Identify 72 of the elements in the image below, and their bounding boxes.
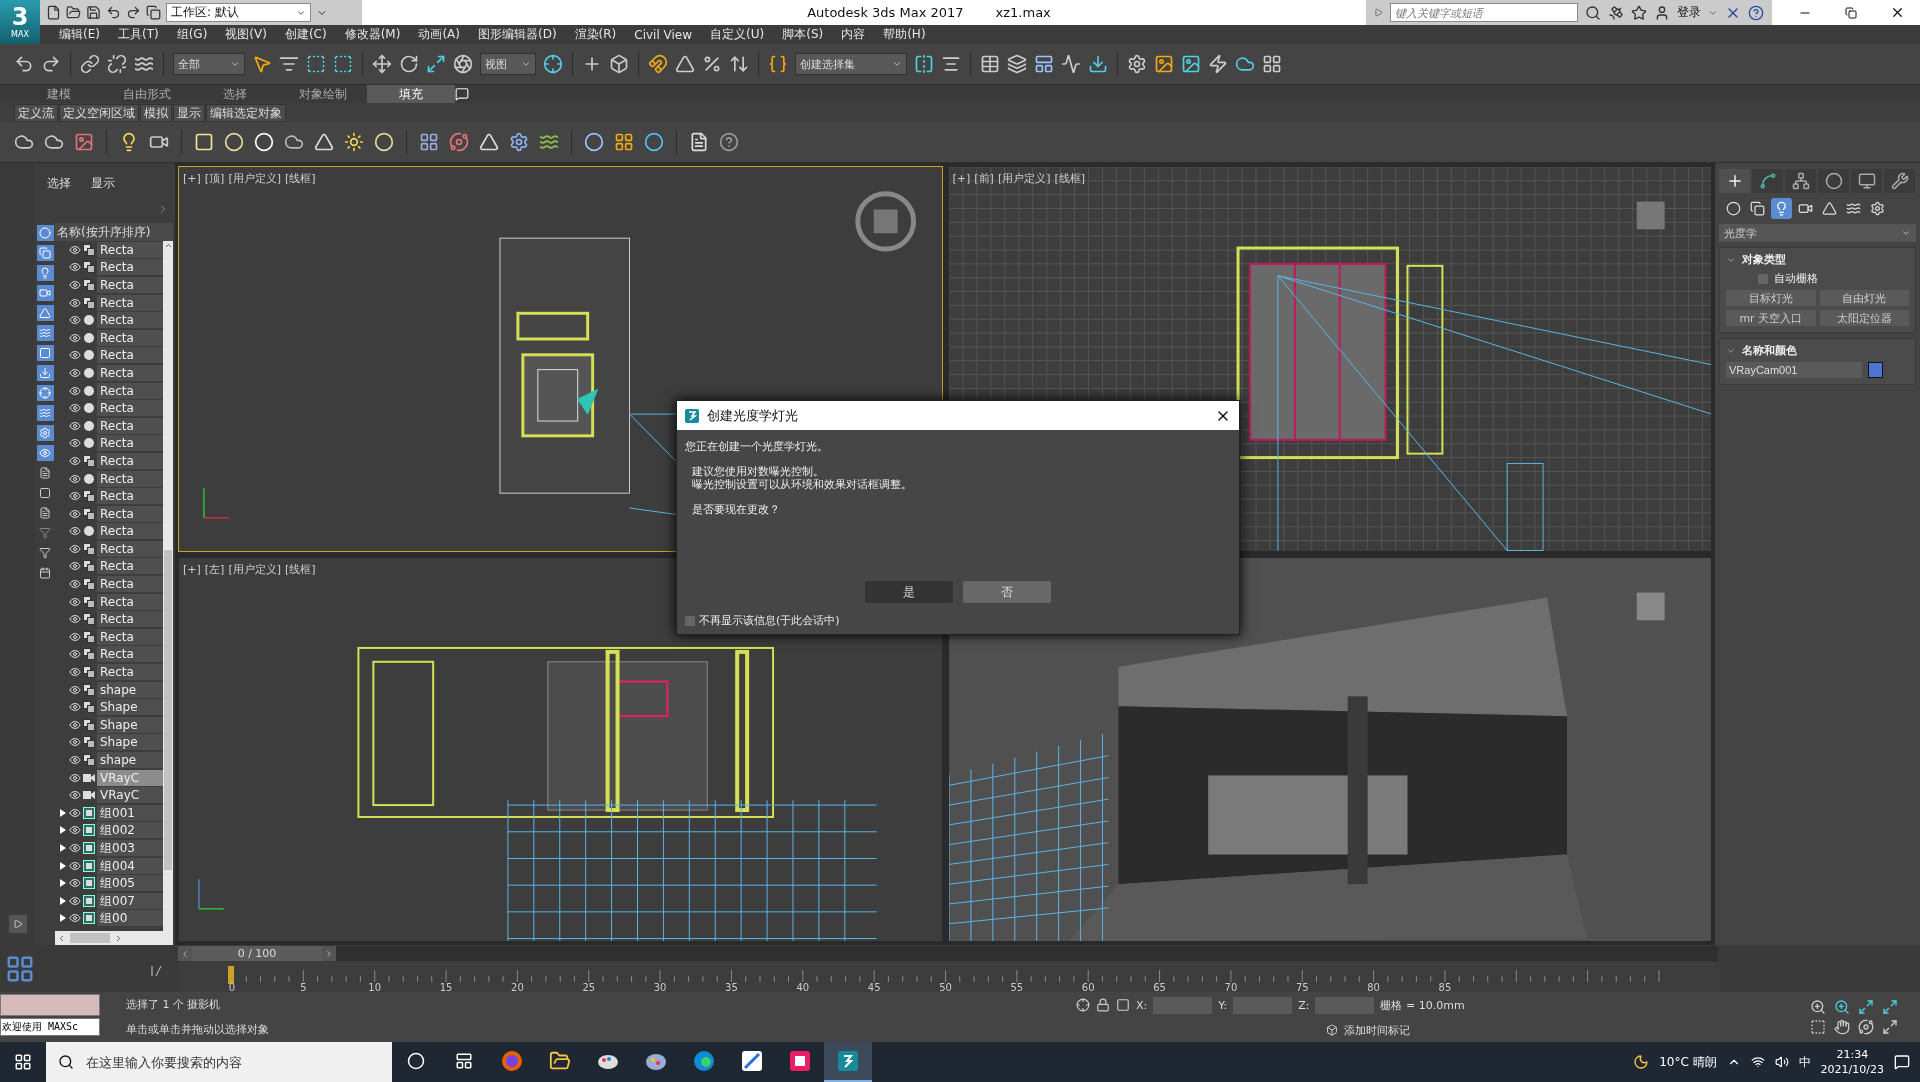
object-name: Recta (97, 646, 163, 663)
object-name: 组005 (97, 875, 163, 892)
frame-number: 45 (867, 982, 881, 992)
object-name: Recta (97, 452, 163, 469)
object-name: shape (97, 681, 163, 698)
frame-number: 0 (228, 982, 236, 992)
object-name: Recta (97, 505, 163, 522)
dialog-detail: 建议您使用对数曝光控制。 (691, 465, 825, 478)
checkbox-label: 自动栅格 (1774, 271, 1818, 286)
object-name: 组003 (97, 840, 163, 856)
dialog-message: 您正在创建一个光度学灯光。 (685, 440, 829, 453)
object-name: Recta (97, 558, 163, 575)
object-name: Shape (97, 734, 163, 751)
frame-number: 30 (653, 982, 667, 992)
frame-number: 55 (1010, 982, 1024, 992)
grid-size: 栅格 = 10.0mm (1380, 997, 1465, 1013)
app-title: Autodesk 3ds Max 2017 (807, 5, 964, 20)
frame-number: 50 (939, 982, 952, 992)
object-name: Recta (97, 417, 163, 434)
object-name: Recta (97, 382, 163, 399)
frame-number: 85 (1438, 982, 1452, 992)
file-name: xz1.max (995, 5, 1051, 20)
frame-number: 40 (796, 982, 810, 992)
object-name: Recta (97, 241, 163, 258)
axis-label: X: (1136, 998, 1148, 1012)
frame-number: 5 (300, 982, 307, 992)
object-name: Recta (97, 628, 163, 645)
frame-number: 75 (1295, 982, 1309, 992)
frame-number: 60 (1081, 982, 1095, 992)
dialog-title: 创建光度学灯光 (707, 406, 798, 425)
frame-number: 25 (582, 982, 596, 992)
dialog-question: 是否要现在更改？ (691, 503, 781, 516)
axis-label: Y: (1218, 998, 1228, 1012)
object-name: Recta (97, 664, 163, 681)
frame-number: 15 (439, 982, 453, 992)
object-name: 组002 (97, 822, 163, 839)
object-name: Recta (97, 593, 163, 610)
frame-number: 10 (368, 982, 382, 992)
object-name: Recta (97, 400, 163, 417)
object-name: Recta (97, 523, 163, 540)
object-name: Recta (97, 329, 163, 346)
object-name: Recta (97, 576, 163, 593)
frame-number: 65 (1153, 982, 1166, 992)
object-name: Shape (97, 699, 163, 716)
axis-label: Z: (1298, 998, 1310, 1012)
object-name: Recta (97, 312, 163, 329)
frame-number: 35 (725, 982, 738, 992)
object-name: Recta (97, 347, 163, 364)
object-name: Recta (97, 364, 163, 381)
object-name: Recta (97, 611, 163, 628)
object-name: shape (97, 752, 163, 768)
frame-number: 20 (511, 982, 524, 992)
frame-number: 80 (1367, 982, 1380, 992)
object-name: 组007 (97, 892, 163, 909)
object-name: Recta (97, 294, 163, 311)
object-name: VRayC (97, 787, 163, 804)
object-name: Recta (97, 277, 163, 293)
checkbox-label: 不再显示该信息(于此会话中) (699, 613, 840, 628)
object-name: Shape (97, 716, 163, 733)
frame-number: 70 (1224, 982, 1238, 992)
selection-info: 选择了 1 个 摄影机 (126, 997, 222, 1012)
object-name: Recta (97, 259, 163, 276)
status-prompt: 单击或单击并拖动以选择对象 (126, 1022, 270, 1037)
object-name: Recta (97, 435, 163, 452)
object-name: 组004 (97, 857, 163, 874)
object-name: 组001 (97, 804, 163, 821)
object-name: 组00 (97, 910, 163, 927)
object-name: VRayC (97, 769, 163, 786)
object-name: Recta (97, 540, 163, 557)
object-name: Recta (97, 488, 163, 505)
dialog-detail: 曝光控制设置可以从环境和效果对话框调整。 (691, 478, 913, 491)
object-name: Recta (97, 470, 163, 487)
